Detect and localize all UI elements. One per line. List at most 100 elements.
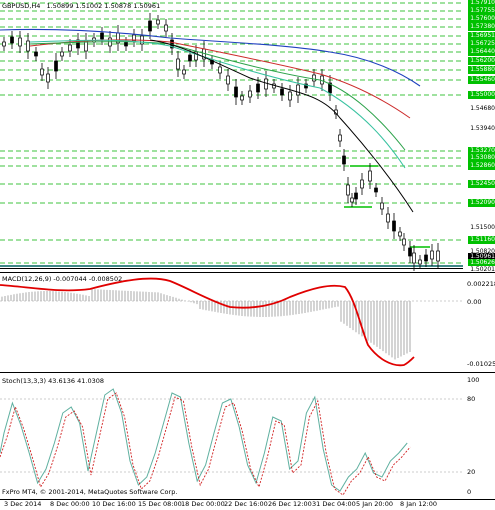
price-axis-label: 1.56951 (468, 32, 495, 40)
price-axis-label: 1.55000 (468, 91, 495, 99)
stoch-axis-label: 0 (467, 488, 472, 496)
candle-body (26, 40, 30, 52)
candle-body (418, 259, 422, 265)
candle-body (54, 60, 58, 72)
candle-body (248, 90, 252, 98)
candle-body (380, 202, 384, 210)
price-axis-label: 1.57380 (468, 23, 495, 31)
price-axis-label: 1.52090 (468, 199, 495, 207)
price-axis-label: 1.55460 (468, 76, 495, 84)
time-axis-label: 26 Dec 12:00 (268, 500, 312, 508)
price-axis-label: 1.53080 (468, 154, 495, 162)
candle-body (342, 155, 346, 165)
price-axis-label: 1.51500 (468, 224, 495, 232)
candle-body (100, 32, 104, 40)
candle-body (296, 84, 300, 96)
price-axis-label: 1.57755 (468, 7, 495, 15)
candle-body (234, 86, 238, 98)
candle-body (60, 51, 64, 57)
candle-body (312, 74, 316, 82)
candle-body (360, 179, 364, 189)
time-axis-label: 3 Dec 2014 (4, 500, 42, 508)
macd-axis: 0.002218 0.00 -0.010253 (463, 273, 495, 372)
chart-symbol-title: GBPUSD,H4 (2, 2, 41, 10)
price-axis-label: 1.54680 (468, 105, 495, 113)
price-axis-label: 1.56725 (468, 40, 495, 48)
price-axis-label: 1.55880 (468, 66, 495, 74)
candle-body (218, 66, 222, 74)
candle-body (256, 83, 260, 93)
candle-body (264, 78, 268, 90)
price-axis-label: 1.57910 (468, 0, 495, 7)
candle-body (346, 184, 350, 196)
candle-body (34, 51, 38, 57)
candle-body (392, 220, 396, 232)
time-axis-label: 10 Dec 16:00 (92, 500, 136, 508)
candle-body (368, 170, 372, 182)
price-axis-label: 1.52860 (468, 162, 495, 170)
candle-body (46, 73, 50, 83)
time-axis-label: 15 Dec 08:00 (138, 500, 182, 508)
price-chart (0, 2, 463, 271)
moving-average-line (0, 28, 421, 87)
stoch-axis-label: 100 (467, 376, 480, 384)
candle-body (280, 88, 284, 96)
candle-body (338, 134, 342, 142)
price-axis-label: 1.53940 (468, 125, 495, 133)
candle-body (398, 231, 402, 237)
candle-body (350, 197, 354, 203)
stoch-title: Stoch(13,3,3) 43.6136 41.0308 (2, 377, 104, 385)
candle-body (430, 250, 434, 260)
price-axis-label: 1.50201 (468, 266, 495, 273)
macd-chart (0, 277, 463, 367)
candle-body (402, 238, 406, 246)
candle-body (124, 41, 128, 47)
macd-signal-line (0, 277, 415, 367)
candle-body (148, 20, 152, 32)
time-axis-label: 18 Dec 00:00 (181, 500, 225, 508)
price-axis-label: 1.51160 (468, 236, 495, 244)
candle-body (288, 91, 292, 101)
price-axis-label: 1.56200 (468, 57, 495, 65)
stoch-main-line (0, 388, 408, 492)
candle-body (226, 75, 230, 85)
candle-body (412, 252, 416, 264)
stoch-pane[interactable]: Stoch(13,3,3) 43.6136 41.0308 FxPro MT4,… (0, 373, 495, 500)
price-axis: 1.57910 1.57755 1.57600 1.57380 1.56951 1.567… (463, 0, 495, 272)
candle-body (40, 68, 44, 76)
time-axis-label: 22 Dec 16:00 (224, 500, 268, 508)
chart-header: GBPUSD,H4 1.50899 1.51002 1.50878 1.5096… (2, 2, 160, 10)
candle-body (408, 247, 412, 257)
macd-pane[interactable]: MACD(12,26,9) -0.007044 -0.008502 0.0022… (0, 273, 495, 373)
candle-body (68, 44, 72, 52)
moving-average-line (149, 39, 414, 213)
time-axis-label: 5 Jan 20:00 (356, 500, 394, 508)
copyright-text: FxPro MT4, © 2001-2014, MetaQuotes Softw… (2, 488, 178, 496)
candle-body (182, 69, 186, 75)
candle-body (354, 192, 358, 200)
candle-body (188, 54, 192, 62)
candle-body (10, 36, 14, 44)
candle-body (176, 58, 180, 70)
candle-body (2, 41, 6, 47)
candle-body (424, 254, 428, 262)
macd-title: MACD(12,26,9) -0.007044 -0.008502 (2, 275, 123, 283)
time-axis-label: 31 Dec 04:00 (312, 500, 356, 508)
stoch-signal-line (0, 392, 411, 496)
price-pane[interactable]: GBPUSD,H4 1.50899 1.51002 1.50878 1.5096… (0, 0, 495, 273)
candle-body (164, 24, 168, 32)
moving-average-line (29, 39, 406, 169)
stoch-axis: 100 80 20 0 (463, 373, 495, 499)
price-axis-label: 1.52450 (468, 180, 495, 188)
candle-body (18, 37, 22, 47)
candle-body (240, 95, 244, 101)
mt4-chart-window: GBPUSD,H4 1.50899 1.51002 1.50878 1.5096… (0, 0, 495, 510)
time-axis-label: 8 Dec 00:00 (50, 500, 90, 508)
macd-axis-label: 0.002218 (467, 280, 495, 288)
macd-axis-label: 0.00 (467, 298, 482, 306)
candle-body (386, 213, 390, 223)
time-axis: 3 Dec 2014 8 Dec 00:00 10 Dec 16:00 15 Dec … (0, 500, 495, 510)
chart-ohlc-values: 1.50899 1.51002 1.50878 1.50961 (46, 2, 161, 10)
time-axis-label: 8 Jan 12:00 (400, 500, 438, 508)
macd-axis-label: -0.010253 (467, 360, 495, 368)
